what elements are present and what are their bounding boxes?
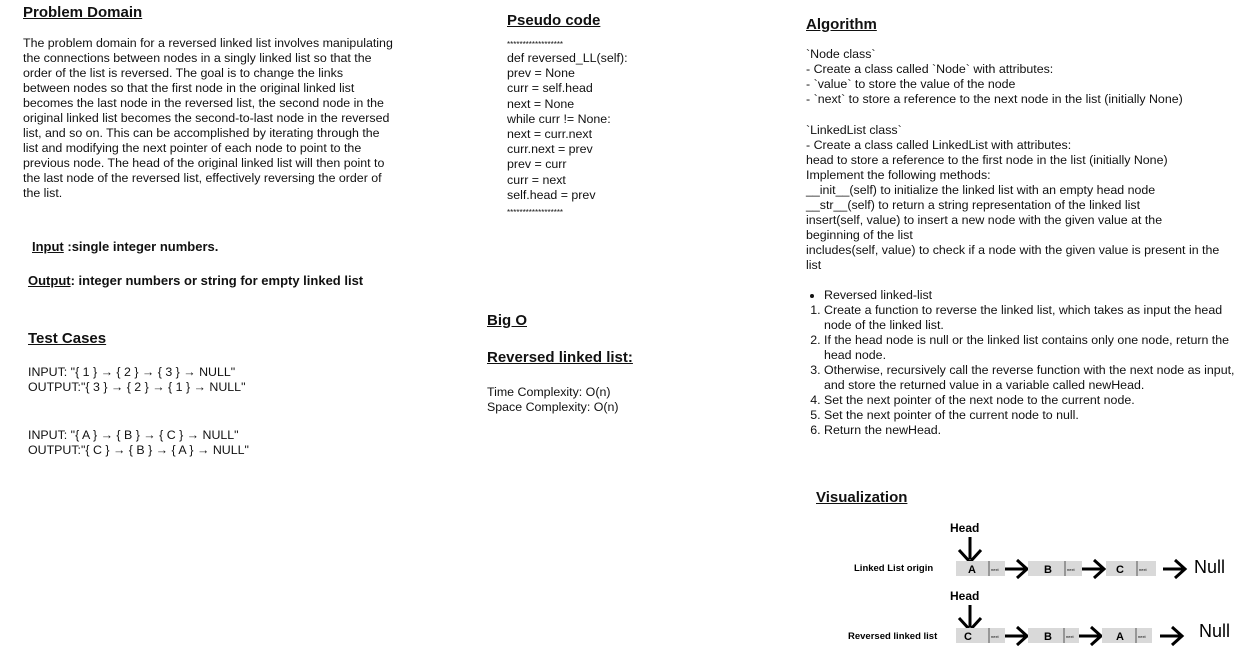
origin-node-b: B next: [1028, 561, 1082, 576]
node-class-line: - `next` to store a reference to the nex…: [806, 92, 1183, 106]
linked-list-diagram: Head Linked List origin A next B next C …: [848, 521, 1230, 647]
null-label: Null: [1199, 621, 1230, 641]
null-label: Null: [1194, 557, 1225, 577]
steps-bullet: Reversed linked-list: [824, 288, 1241, 303]
reversed-node-c: C next: [956, 628, 1005, 643]
linkedlist-class-block: `LinkedList class` - Create a class call…: [806, 123, 1236, 273]
pseudo-separator: ******************: [507, 40, 564, 49]
step-item: Otherwise, recursively call the reverse …: [824, 363, 1241, 393]
pseudo-line: prev = curr: [507, 157, 567, 172]
tests-heading: Test Cases: [28, 330, 107, 347]
arrow-right-icon: [1003, 558, 1029, 580]
pseudo-line: self.head = prev: [507, 187, 596, 202]
step-item: Set the next pointer of the next node to…: [824, 393, 1241, 408]
pseudo-line: curr.next = prev: [507, 142, 593, 157]
pseudo-separator: ******************: [507, 208, 564, 218]
output-label: Output: [28, 273, 71, 288]
arrow-right-icon: [1003, 625, 1029, 647]
origin-label: Linked List origin: [854, 563, 933, 574]
node-value: A: [1116, 631, 1124, 643]
arrow-right-icon: [1077, 625, 1103, 647]
algorithm-heading: Algorithm: [806, 16, 877, 33]
time-complexity: Time Complexity: O(n): [487, 385, 611, 399]
ll-class-line: Implement the following methods:: [806, 168, 991, 182]
next-pointer-label: next: [991, 634, 999, 639]
ll-class-title: `LinkedList class`: [806, 123, 902, 137]
node-value: A: [968, 564, 976, 576]
pseudo-line: prev = None: [507, 66, 575, 81]
step-item: If the head node is null or the linked l…: [824, 333, 1241, 363]
pseudo-line: next = None: [507, 96, 575, 111]
test-case-1: INPUT: "{ 1 } → { 2 } → { 3 } → NULL" OU…: [28, 365, 245, 395]
step-item: Create a function to reverse the linked …: [824, 303, 1241, 333]
output-row: Output: integer numbers or string for em…: [28, 273, 388, 288]
pseudo-line: next = curr.next: [507, 127, 593, 142]
pseudo-line: def reversed_LL(self):: [507, 51, 628, 65]
pseudo-heading: Pseudo code: [507, 12, 601, 29]
output-text: : integer numbers or string for empty li…: [70, 273, 364, 288]
step-item: Return the newHead.: [824, 423, 1241, 438]
arrow-right-icon: [1161, 558, 1187, 580]
ll-class-line: - Create a class called LinkedList with …: [806, 138, 1072, 152]
node-value: B: [1044, 631, 1052, 643]
node-class-block: `Node class` - Create a class called `No…: [806, 47, 1236, 107]
pseudo-line: curr = next: [507, 172, 566, 187]
head-arrow-icon: [957, 603, 983, 632]
bigo-heading: Big O: [487, 312, 527, 329]
node-class-title: `Node class`: [806, 47, 876, 61]
next-pointer-label: next: [991, 567, 999, 572]
test-input: INPUT: "{ A } → { B } → { C } → NULL": [28, 428, 239, 442]
head-label: Head: [950, 589, 979, 603]
ll-class-line: insert(self, value) to insert a new node…: [806, 213, 1163, 242]
space-complexity: Space Complexity: O(n): [487, 400, 619, 415]
input-row: Input :single integer numbers.: [32, 239, 218, 254]
node-class-line: - `value` to store the value of the node: [806, 77, 1016, 91]
ll-class-line: __str__(self) to return a string represe…: [806, 198, 1141, 212]
node-value: C: [964, 631, 972, 643]
arrow-right-icon: [1080, 558, 1106, 580]
reverse-steps: Reversed linked-list Create a function t…: [808, 288, 1241, 438]
next-pointer-label: next: [1066, 634, 1074, 639]
ll-class-line: includes(self, value) to check if a node…: [806, 243, 1220, 272]
reversed-node-b: B next: [1028, 628, 1079, 643]
head-label: Head: [950, 521, 979, 535]
pseudo-block: ****************** def reversed_LL(self)…: [507, 39, 628, 219]
node-value: C: [1116, 564, 1124, 576]
test-output: OUTPUT:"{ C } → { B } → { A } → NULL": [28, 443, 249, 458]
input-text: :single integer numbers.: [63, 239, 219, 254]
input-label: Input: [32, 239, 64, 254]
problem-text: The problem domain for a reversed linked…: [23, 36, 393, 200]
reversed-label: Reversed linked list: [848, 631, 938, 642]
next-pointer-label: next: [1139, 567, 1147, 572]
reversed-node-a: A next: [1102, 628, 1152, 643]
head-arrow-icon: [957, 535, 983, 564]
node-class-line: - Create a class called `Node` with attr…: [806, 62, 1054, 76]
problem-heading: Problem Domain: [23, 4, 143, 21]
test-case-2: INPUT: "{ A } → { B } → { C } → NULL" OU…: [28, 428, 249, 458]
pseudo-line: while curr != None:: [507, 111, 611, 126]
ll-class-line: __init__(self) to initialize the linked …: [806, 183, 1156, 197]
test-input: INPUT: "{ 1 } → { 2 } → { 3 } → NULL": [28, 365, 236, 379]
node-value: B: [1044, 564, 1052, 576]
bigo-block: Time Complexity: O(n) Space Complexity: …: [487, 385, 619, 415]
arrow-right-icon: [1158, 625, 1184, 647]
ll-class-line: head to store a reference to the first n…: [806, 153, 1168, 167]
origin-node-a: A next: [956, 561, 1005, 576]
origin-node-c: C next: [1106, 561, 1156, 576]
pseudo-line: curr = self.head: [507, 81, 593, 96]
test-output: OUTPUT:"{ 3 } → { 2 } → { 1 } → NULL": [28, 380, 246, 395]
next-pointer-label: next: [1067, 567, 1075, 572]
viz-heading: Visualization: [816, 489, 908, 506]
step-item: Set the next pointer of the current node…: [824, 408, 1241, 423]
bigo-subheading: Reversed linked list:: [487, 349, 633, 366]
next-pointer-label: next: [1138, 634, 1146, 639]
